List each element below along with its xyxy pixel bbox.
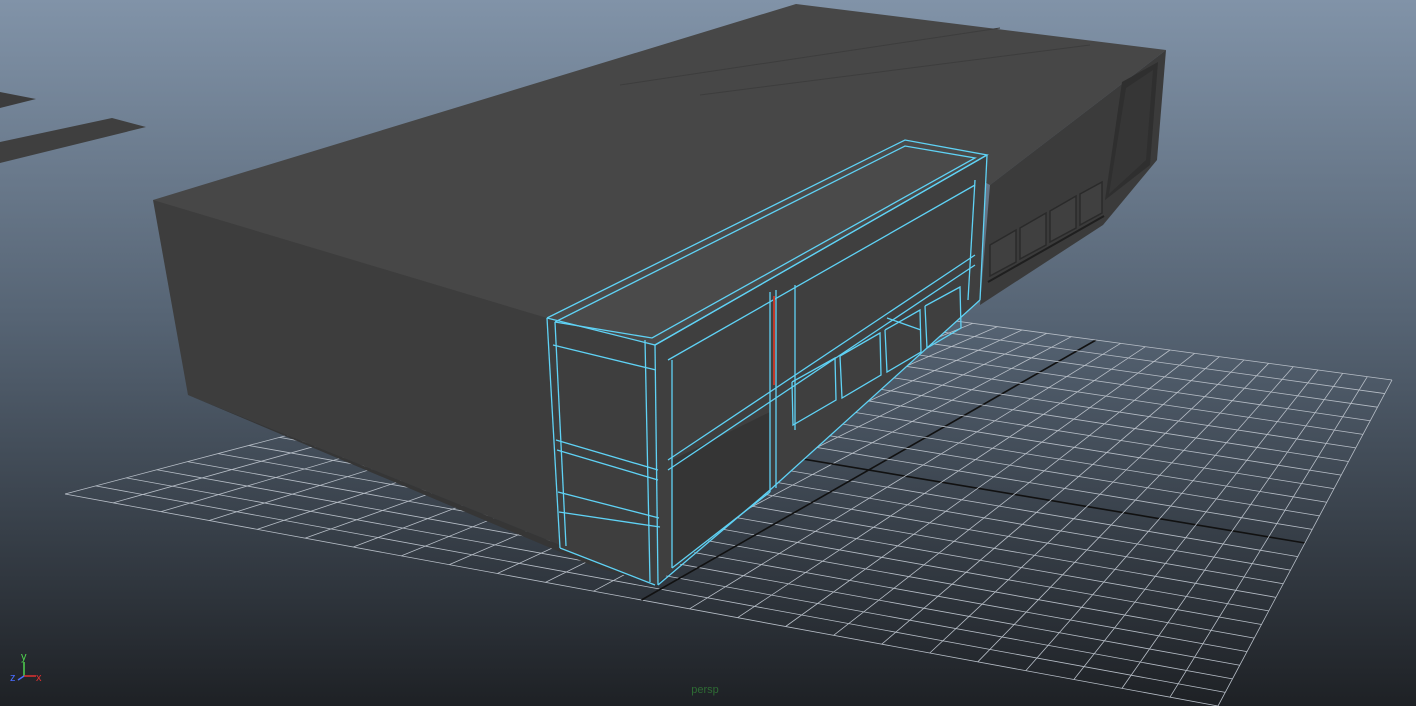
distant-plane-2[interactable] xyxy=(0,118,146,163)
perspective-viewport[interactable]: persp y x z xyxy=(0,0,1416,706)
grid-line xyxy=(1169,376,1368,698)
grid-line xyxy=(1217,379,1393,706)
grid-line xyxy=(1121,373,1343,689)
axis-x-label: x xyxy=(36,672,42,684)
grid-line xyxy=(1025,366,1294,671)
scene-canvas[interactable] xyxy=(0,0,1416,706)
camera-name-label: persp xyxy=(691,684,719,696)
distant-plane-1[interactable] xyxy=(0,92,36,108)
axis-z-label: z xyxy=(10,672,16,684)
axis-y-label: y xyxy=(21,651,27,663)
axis-gizmo-icon: y x z xyxy=(10,651,42,684)
grid-line xyxy=(881,356,1220,645)
